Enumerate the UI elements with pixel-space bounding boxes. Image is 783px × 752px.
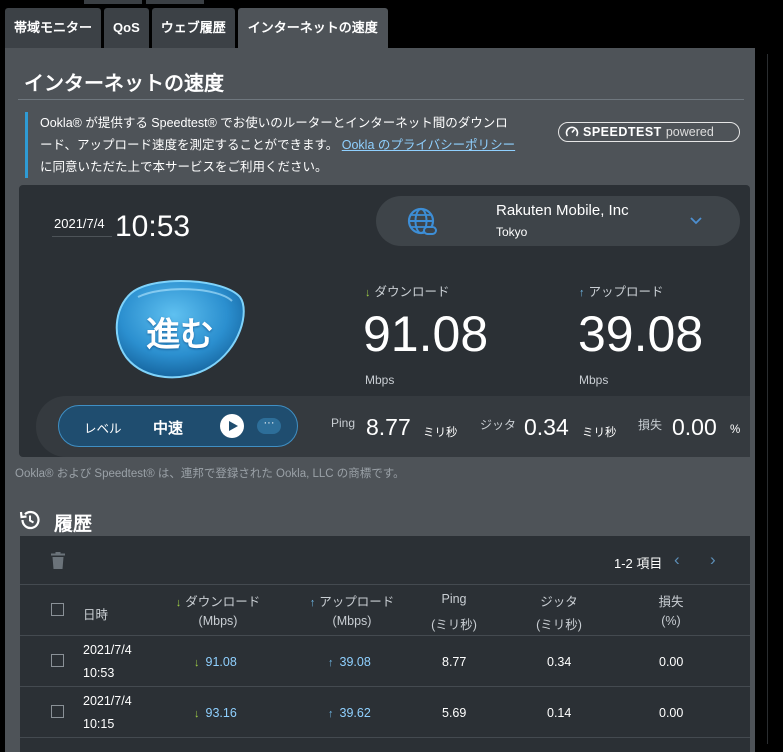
- row-loss: 0.00: [659, 706, 684, 720]
- server-name: Rakuten Mobile, Inc: [496, 202, 629, 219]
- select-all-checkbox[interactable]: [51, 603, 64, 616]
- jitter-unit: ミリ秒: [582, 427, 617, 439]
- speedtest-notice: Ookla® が提供する Speedtest® でお使いのルーターとインターネッ…: [25, 112, 535, 178]
- column-upload-unit: (Mbps): [332, 614, 372, 628]
- download-arrow-icon: ↓: [194, 708, 200, 720]
- page-title: インターネットの速度: [24, 73, 224, 95]
- globe-link-icon: [407, 207, 437, 235]
- tab-bandwidth-monitor[interactable]: 帯域モニター: [5, 8, 102, 48]
- speedtest-logo: SPEEDTEST powered: [558, 122, 740, 142]
- row-upload: ↑ 39.08: [328, 655, 371, 669]
- history-icon: [19, 510, 40, 530]
- server-city: Tokyo: [496, 225, 528, 239]
- ping-unit: ミリ秒: [423, 427, 458, 439]
- row-upload: ↑ 39.62: [328, 706, 371, 720]
- play-icon[interactable]: [220, 414, 244, 438]
- tab-web-history[interactable]: ウェブ履歴: [151, 8, 235, 48]
- row-ping: 5.69: [442, 706, 467, 720]
- row-time: 10:15: [83, 717, 115, 731]
- date-underline: [52, 236, 112, 237]
- go-button-label[interactable]: 進む: [140, 307, 220, 356]
- upload-arrow-icon: ↑: [309, 597, 316, 609]
- privacy-policy-link[interactable]: Ookla のプライバシーポリシー: [342, 138, 515, 152]
- trademark-notice: Ookla® および Speedtest® は、連邦で登録された Ookla, …: [15, 468, 405, 480]
- test-time: 10:53: [115, 210, 191, 243]
- pager-count: 1-2 項目: [614, 556, 663, 571]
- trash-icon[interactable]: [51, 552, 65, 569]
- row-date: 2021/7/4: [83, 694, 132, 708]
- download-arrow-icon: ↓: [175, 597, 182, 609]
- upload-value: 39.08: [578, 306, 704, 362]
- table-divider: [20, 635, 750, 636]
- upload-arrow-icon: ↑: [328, 657, 334, 669]
- row-time: 10:53: [83, 666, 115, 680]
- row-download: ↓ 93.16: [194, 706, 237, 720]
- notice-text-2: ード、アップロード速度を測定することができます。: [40, 138, 339, 152]
- chevron-right-icon[interactable]: ›: [710, 550, 716, 570]
- level-value: 中速: [153, 420, 184, 437]
- column-ping-unit: (ミリ秒): [431, 618, 477, 632]
- ping-value: 8.77: [366, 414, 411, 440]
- column-loss-unit: (%): [661, 614, 681, 628]
- ping-label: Ping: [331, 416, 356, 430]
- loss-label: 損失: [638, 418, 663, 432]
- test-date: 2021/7/4: [54, 216, 105, 231]
- notice-text-1: Ookla® が提供する Speedtest® でお使いのルーターとインターネッ…: [40, 116, 508, 130]
- row-download: ↓ 91.08: [194, 655, 237, 669]
- column-ping[interactable]: Ping: [414, 592, 494, 606]
- chevron-down-icon[interactable]: [688, 212, 704, 228]
- row-ping: 8.77: [442, 655, 467, 669]
- row-checkbox[interactable]: [51, 654, 64, 667]
- level-label: レベル: [84, 422, 122, 436]
- jitter-value: 0.34: [524, 414, 569, 440]
- column-upload[interactable]: ↑ アップロード: [302, 591, 402, 610]
- row-jitter: 0.34: [547, 655, 572, 669]
- column-date[interactable]: 日時: [83, 604, 108, 623]
- row-jitter: 0.14: [547, 706, 572, 720]
- column-download-unit: (Mbps): [198, 614, 238, 628]
- more-options-button[interactable]: ···: [257, 418, 281, 434]
- column-jitter[interactable]: ジッタ: [519, 591, 599, 610]
- loss-unit: %: [730, 424, 741, 436]
- download-label: ↓ ダウンロード: [365, 285, 450, 299]
- chevron-left-icon[interactable]: ‹: [674, 550, 680, 570]
- tab-bar: 帯域モニター QoS ウェブ履歴 インターネットの速度: [5, 8, 388, 49]
- notice-text-3: に同意いただた上で本サービスをご利用ください。: [40, 160, 328, 174]
- download-unit: Mbps: [365, 373, 395, 387]
- column-loss[interactable]: 損失: [631, 591, 711, 610]
- table-divider: [20, 737, 750, 738]
- top-strip: [0, 0, 783, 6]
- speedtest-gauge-icon: [565, 126, 579, 137]
- table-divider: [20, 686, 750, 687]
- column-download[interactable]: ↓ ダウンロード: [168, 591, 268, 610]
- loss-value: 0.00: [672, 414, 717, 440]
- row-checkbox[interactable]: [51, 705, 64, 718]
- table-divider: [20, 584, 750, 585]
- upload-label: ↑ アップロード: [579, 285, 664, 299]
- row-loss: 0.00: [659, 655, 684, 669]
- upload-arrow-icon: ↑: [328, 708, 334, 720]
- tab-qos[interactable]: QoS: [104, 8, 149, 48]
- column-jitter-unit: (ミリ秒): [536, 618, 582, 632]
- row-date: 2021/7/4: [83, 643, 132, 657]
- speedtest-logo-text: SPEEDTEST: [583, 125, 662, 139]
- upload-arrow-icon: ↑: [579, 287, 585, 299]
- download-arrow-icon: ↓: [194, 657, 200, 669]
- scrollbar[interactable]: [758, 48, 783, 752]
- tab-internet-speed[interactable]: インターネットの速度: [237, 8, 388, 49]
- upload-unit: Mbps: [579, 373, 609, 387]
- history-title: 履歴: [54, 514, 93, 535]
- jitter-label: ジッタ: [480, 418, 517, 432]
- title-divider: [18, 99, 744, 100]
- download-arrow-icon: ↓: [365, 287, 371, 299]
- download-value: 91.08: [363, 306, 489, 362]
- speedtest-logo-sub: powered: [665, 125, 714, 139]
